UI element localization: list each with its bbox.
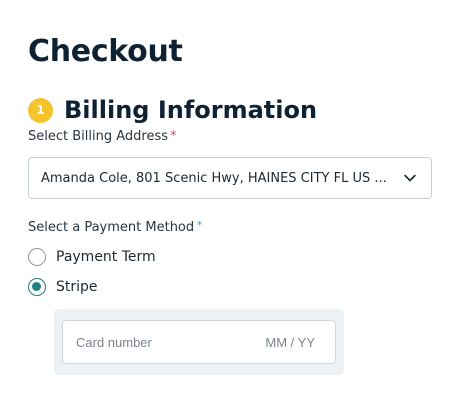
radio-stripe[interactable]: [28, 278, 46, 296]
required-mark: *: [197, 220, 203, 231]
checkout-page: Checkout 1 Billing Information Select Bi…: [0, 0, 458, 414]
payment-method-label: Select a Payment Method *: [28, 220, 202, 235]
card-input[interactable]: Card number MM / YY: [62, 320, 336, 364]
billing-section-header: 1 Billing Information: [28, 96, 317, 124]
payment-option-payment-term[interactable]: Payment Term: [28, 248, 156, 266]
required-mark: *: [170, 129, 177, 144]
card-expiry-field[interactable]: MM / YY: [265, 335, 315, 350]
payment-option-stripe[interactable]: Stripe: [28, 278, 98, 296]
payment-option-label: Stripe: [56, 279, 98, 295]
chevron-down-icon: [404, 174, 416, 182]
stripe-card-panel: Card number MM / YY: [54, 309, 344, 375]
page-title: Checkout: [28, 34, 183, 69]
billing-address-label-text: Select Billing Address: [28, 129, 168, 144]
card-number-field[interactable]: Card number: [76, 335, 265, 350]
billing-address-value: Amanda Cole, 801 Scenic Hwy, HAINES CITY…: [41, 170, 387, 186]
payment-method-label-text: Select a Payment Method: [28, 220, 195, 235]
billing-address-select[interactable]: Amanda Cole, 801 Scenic Hwy, HAINES CITY…: [28, 157, 432, 199]
payment-option-label: Payment Term: [56, 249, 156, 265]
section-title: Billing Information: [64, 96, 318, 124]
step-number-badge: 1: [28, 97, 53, 123]
billing-address-label: Select Billing Address *: [28, 129, 177, 144]
radio-payment-term[interactable]: [28, 248, 46, 266]
